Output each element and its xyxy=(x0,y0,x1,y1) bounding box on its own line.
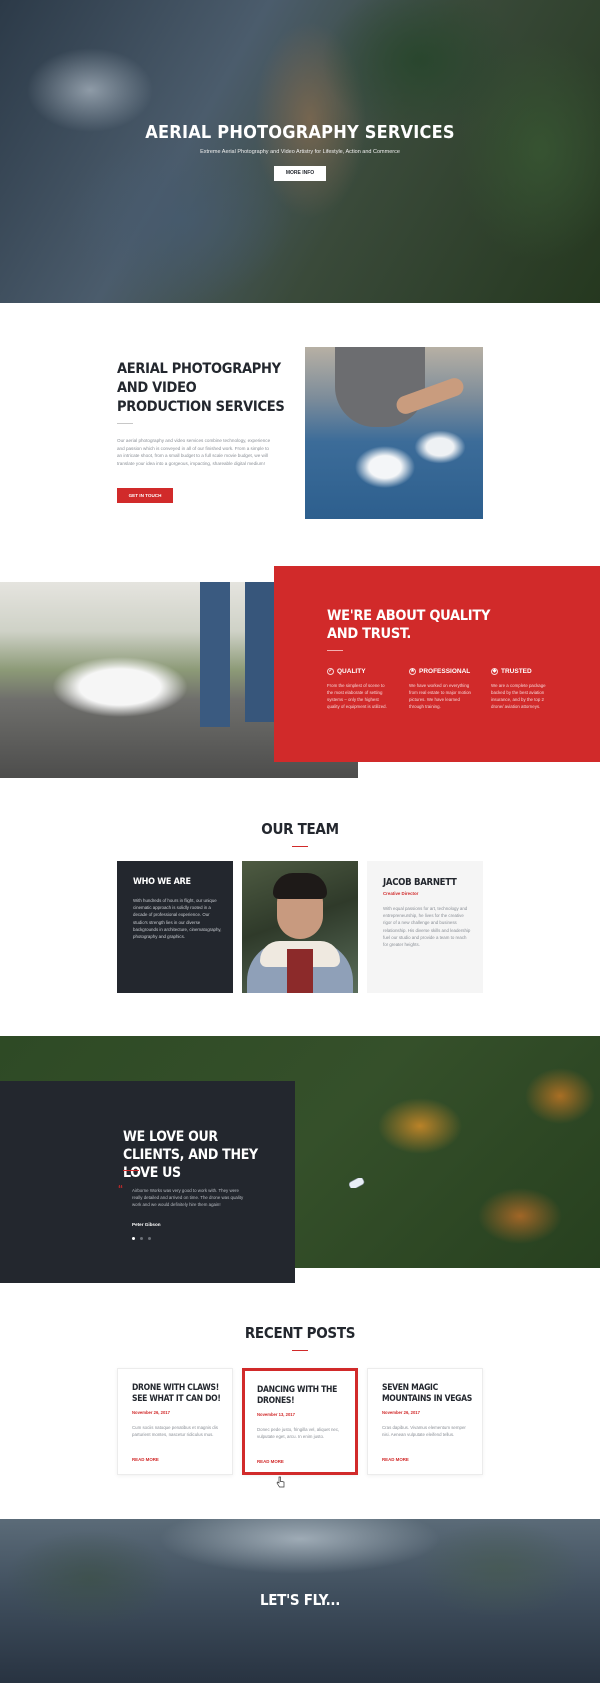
who-we-are-text: With hundreds of hours in flight, our un… xyxy=(133,898,222,940)
feature-text: We have worked on everything from real e… xyxy=(409,683,471,709)
slider-dot[interactable] xyxy=(140,1237,143,1240)
team-member-photo xyxy=(242,861,358,993)
testimonial-divider xyxy=(123,1170,139,1171)
hero-title: AERIAL PHOTOGRAPHY SERVICES xyxy=(145,122,455,143)
about-body: Our aerial photography and video service… xyxy=(117,438,271,466)
slider-dot[interactable] xyxy=(148,1237,151,1240)
who-we-are-title: WHO WE ARE xyxy=(133,877,191,887)
read-more-link[interactable]: READ MORE xyxy=(257,1459,284,1464)
post-excerpt: Cras dapibus. Vivamus elementum semper n… xyxy=(382,1425,466,1438)
post-excerpt: Donec pede justo, fringilla vel, aliquet… xyxy=(257,1427,340,1440)
feature-title: QUALITY xyxy=(337,668,366,675)
post-card[interactable]: SEVEN MAGIC MOUNTAINS IN VEGAS November … xyxy=(367,1368,483,1475)
slider-dots xyxy=(132,1237,151,1240)
who-we-are-card: WHO WE ARE With hundreds of hours in fli… xyxy=(117,861,233,993)
read-more-link[interactable]: READ MORE xyxy=(132,1457,159,1462)
read-more-link[interactable]: READ MORE xyxy=(382,1457,409,1462)
team-member-card: JACOB BARNETT Creative Director With equ… xyxy=(367,861,483,993)
testimonial-author: Peter Gibson xyxy=(132,1222,161,1227)
checkmark-icon: ✓ xyxy=(327,668,334,675)
member-name: JACOB BARNETT xyxy=(383,877,457,888)
post-title[interactable]: DRONE WITH CLAWS! SEE WHAT IT CAN DO! xyxy=(132,1383,224,1405)
member-bio: With equal passions for art, technology … xyxy=(383,906,471,948)
post-date: November 26, 2017 xyxy=(132,1410,170,1415)
quote-icon: “ xyxy=(118,1184,123,1195)
post-card[interactable]: DRONE WITH CLAWS! SEE WHAT IT CAN DO! No… xyxy=(117,1368,233,1475)
quality-divider xyxy=(327,650,343,651)
quality-panel xyxy=(274,566,600,762)
posts-divider xyxy=(292,1350,308,1351)
team-divider xyxy=(292,846,308,847)
post-date: November 26, 2017 xyxy=(382,1410,420,1415)
slider-dot[interactable] xyxy=(132,1237,135,1240)
testimonial-title: WE LOVE OUR CLIENTS, AND THEY LOVE US xyxy=(123,1129,258,1181)
feature-text: From the simplest of scene to the most e… xyxy=(327,683,387,709)
drone-controller-image xyxy=(305,347,483,519)
badge-icon: ★ xyxy=(409,668,416,675)
hero-subtitle: Extreme Aerial Photography and Video Art… xyxy=(200,149,400,155)
feature-title: TRUSTED xyxy=(501,668,532,675)
footer-title: LET'S FLY... xyxy=(259,1591,341,1609)
quality-title: WE'RE ABOUT QUALITY AND TRUST. xyxy=(327,608,491,642)
post-card-highlighted[interactable]: DANCING WITH THE DRONES! November 13, 20… xyxy=(242,1368,358,1475)
about-divider xyxy=(117,423,133,424)
more-info-button[interactable]: MORE INFO xyxy=(274,166,326,181)
post-date: November 13, 2017 xyxy=(257,1412,295,1417)
member-role: Creative Director xyxy=(383,891,419,896)
feature-trusted: ◆ TRUSTED We are a complete package backe… xyxy=(491,668,553,710)
about-title: AERIAL PHOTOGRAPHY AND VIDEO PRODUCTION … xyxy=(117,361,285,415)
post-title[interactable]: DANCING WITH THE DRONES! xyxy=(257,1385,349,1407)
car-icon xyxy=(349,1178,365,1188)
shield-icon: ◆ xyxy=(491,668,498,675)
post-title[interactable]: SEVEN MAGIC MOUNTAINS IN VEGAS xyxy=(382,1383,474,1405)
posts-title: RECENT POSTS xyxy=(244,1324,356,1342)
feature-title: PROFESSIONAL xyxy=(419,668,471,675)
feature-text: We are a complete package backed by the … xyxy=(491,683,546,709)
post-excerpt: Cum sociis natoque penatibus et magnis d… xyxy=(132,1425,218,1438)
testimonial-panel xyxy=(0,1081,295,1283)
testimonial-quote: Airborne Works was very good to work wit… xyxy=(132,1188,244,1208)
hand-cursor-icon xyxy=(276,1476,285,1488)
feature-professional: ★ PROFESSIONAL We have worked on everythi… xyxy=(409,668,471,710)
team-title: OUR TEAM xyxy=(261,820,339,838)
feature-quality: ✓ QUALITY From the simplest of scene to t… xyxy=(327,668,389,710)
get-in-touch-button[interactable]: GET IN TOUCH xyxy=(117,488,173,503)
